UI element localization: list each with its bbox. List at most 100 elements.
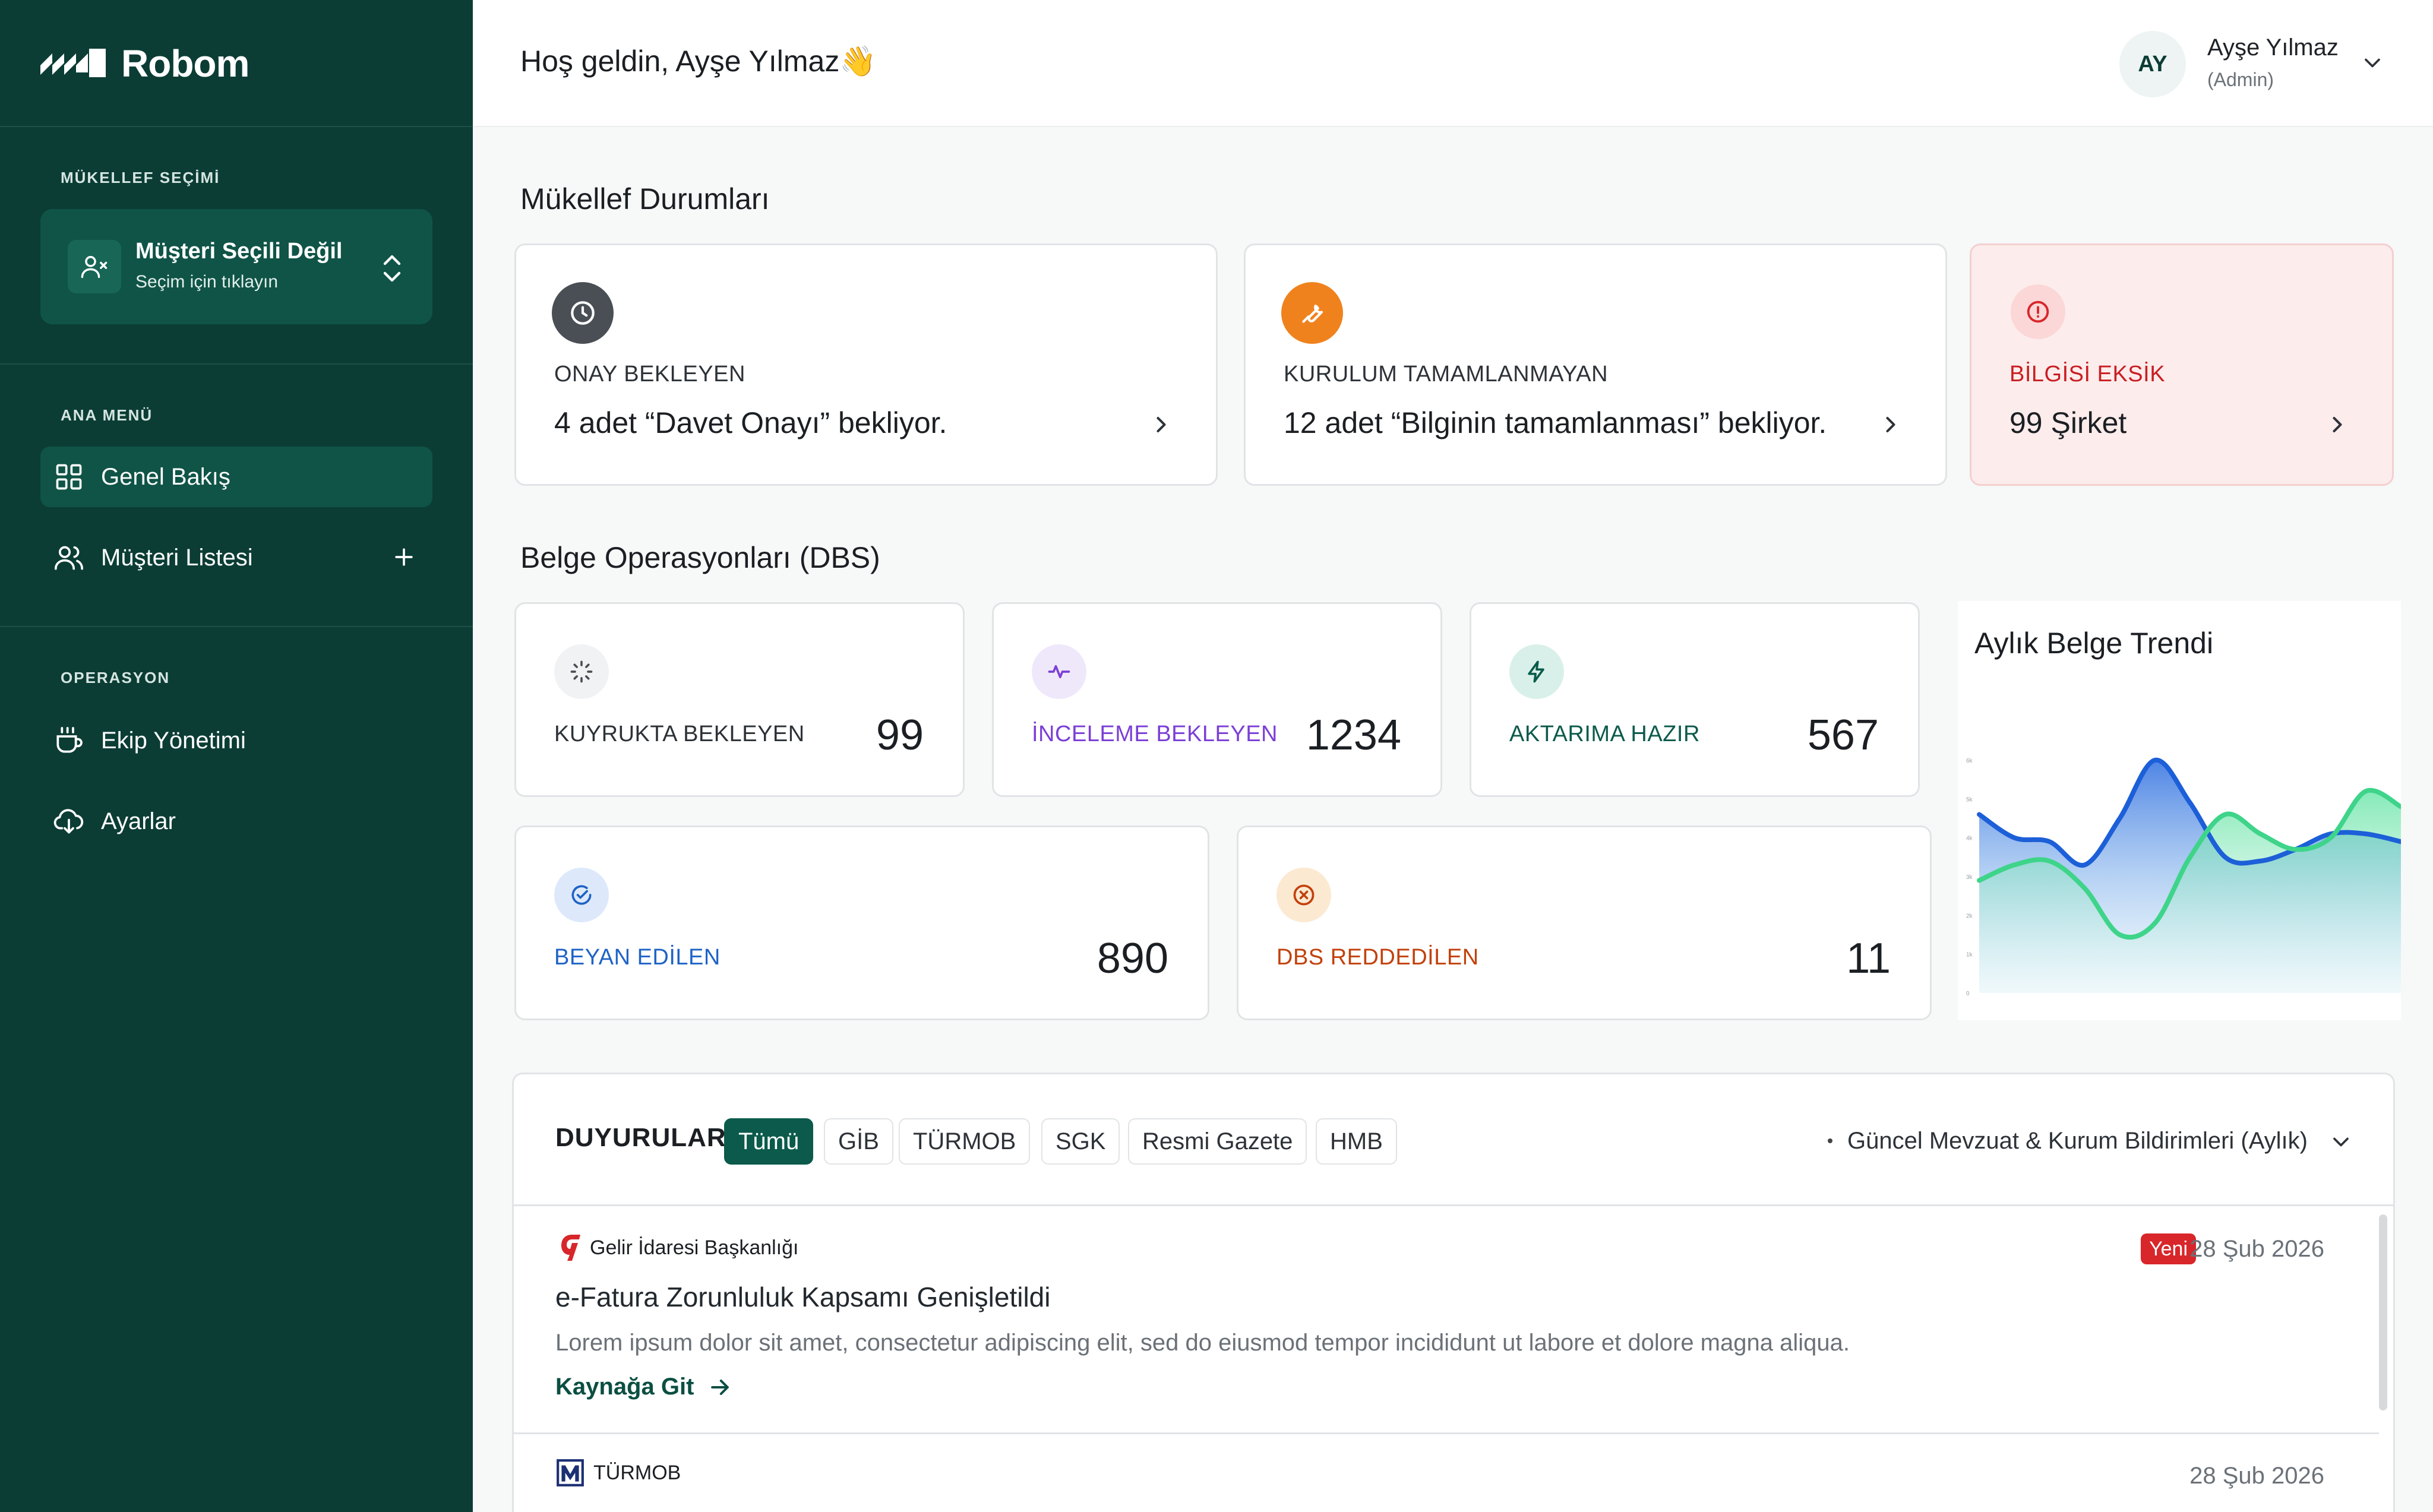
dbs-label: DBS REDDEDİLEN [1276, 945, 1479, 970]
announcement-source: TÜRMOB [555, 1458, 681, 1488]
chip-resmi-gazete[interactable]: Resmi Gazete [1128, 1118, 1307, 1165]
chevron-right-icon [1878, 412, 1904, 441]
y-tick-label: 1k [1966, 952, 1973, 959]
greeting: Hoş geldin, Ayşe Yılmaz👋 [520, 45, 877, 78]
turmob-logo-icon [557, 1459, 584, 1486]
check-circle-icon [554, 868, 609, 922]
dbs-label: İNCELEME BEKLEYEN [1032, 722, 1278, 746]
status-card-kurulum[interactable]: KURULUM TAMAMLANMAYAN 12 adet “Bilginin … [1244, 243, 1947, 486]
plus-icon[interactable] [391, 544, 417, 576]
announcement-headline: e-Fatura Zorunluluk Kapsamı Genişletildi [555, 1282, 1051, 1312]
y-tick-label: 5k [1966, 796, 1973, 803]
logo[interactable]: Robom [40, 37, 249, 90]
alert-circle-icon [2011, 284, 2065, 339]
client-title: Müşteri Seçili Değil [135, 239, 343, 264]
dbs-card-reddedilen[interactable]: DBS REDDEDİLEN 11 [1237, 825, 1932, 1020]
bolt-icon [1509, 644, 1564, 699]
chip-hmb[interactable]: HMB [1316, 1118, 1397, 1165]
source-link[interactable]: Kaynağa Git [555, 1374, 733, 1400]
scrollbar[interactable] [2379, 1214, 2387, 1410]
status-label: BİLGİSİ EKSİK [2009, 362, 2166, 387]
header: Hoş geldin, Ayşe Yılmaz👋 AY Ayşe Yılmaz … [473, 0, 2433, 127]
dbs-card-aktarim[interactable]: AKTARIMA HAZIR 567 [1470, 602, 1920, 797]
announcement-item[interactable]: TÜRMOB 28 Şub 2026 [514, 1434, 2379, 1512]
trend-chart-card: Aylık Belge Trendi 6k 5k 4k 3k 2k 1k 0 [1958, 601, 2401, 1020]
new-badge: Yeni [2141, 1233, 2196, 1264]
announcements-filter[interactable]: Güncel Mevzuat & Kurum Bildirimleri (Ayl… [1847, 1128, 2308, 1154]
announcement-date: 28 Şub 2026 [2189, 1463, 2324, 1489]
dbs-card-kuyruk[interactable]: KUYRUKTA BEKLEYEN 99 [514, 602, 965, 797]
chevron-right-icon [2324, 412, 2350, 441]
logo-text: Robom [121, 42, 249, 85]
source-name: Gelir İdaresi Başkanlığı [590, 1236, 799, 1259]
clock-icon [552, 282, 614, 344]
status-text: 99 Şirket [2009, 406, 2127, 439]
chevrons-up-down-icon [378, 252, 406, 288]
nav-label: Ekip Yönetimi [101, 727, 246, 754]
nav-item-musteri-listesi[interactable]: Müşteri Listesi [40, 527, 432, 588]
user-role: (Admin) [2207, 69, 2274, 90]
arrow-right-icon [711, 1379, 729, 1395]
dbs-label: KUYRUKTA BEKLEYEN [554, 722, 805, 746]
dbs-card-inceleme[interactable]: İNCELEME BEKLEYEN 1234 [992, 602, 1442, 797]
announcements-header: DUYURULAR Tümü GİB TÜRMOB SGK Resmi Gaze… [514, 1074, 2393, 1206]
dbs-label: BEYAN EDİLEN [554, 945, 721, 970]
cloud-download-icon [52, 805, 86, 838]
y-tick-label: 3k [1966, 874, 1973, 881]
operations-label: OPERASYON [61, 669, 170, 687]
status-text: 4 adet “Davet Onayı” bekliyor. [554, 406, 947, 439]
announcements-panel: DUYURULAR Tümü GİB TÜRMOB SGK Resmi Gaze… [512, 1073, 2395, 1512]
client-selector[interactable]: Müşteri Seçili Değil Seçim için tıklayın [40, 209, 432, 324]
divider [0, 626, 473, 627]
nav-label: Müşteri Listesi [101, 544, 253, 571]
nav-item-genel-bakis[interactable]: Genel Bakış [40, 447, 432, 507]
dbs-value: 99 [876, 711, 924, 759]
chip-sgk[interactable]: SGK [1041, 1118, 1120, 1165]
status-label: ONAY BEKLEYEN [554, 362, 745, 387]
y-tick-label: 6k [1966, 758, 1973, 764]
chevron-down-icon[interactable] [2328, 1129, 2354, 1158]
avatar[interactable]: AY [2119, 31, 2186, 97]
announcements-title: DUYURULAR [555, 1123, 726, 1152]
source-name: TÜRMOB [593, 1461, 681, 1484]
loader-icon [554, 644, 609, 699]
y-tick-label: 2k [1966, 913, 1973, 919]
chevron-down-icon[interactable] [2359, 50, 2385, 79]
nav-label: Genel Bakış [101, 463, 230, 490]
status-text: 12 adet “Bilginin tamamlanması” bekliyor… [1284, 406, 1827, 439]
y-tick-label: 0 [1966, 991, 1970, 997]
nav-item-ekip-yonetimi[interactable]: Ekip Yönetimi [40, 710, 432, 771]
x-circle-icon [1276, 868, 1331, 922]
dbs-label: AKTARIMA HAZIR [1509, 722, 1700, 746]
status-section-title: Mükellef Durumları [520, 182, 770, 216]
dbs-card-beyan[interactable]: BEYAN EDİLEN 890 [514, 825, 1209, 1020]
user-name[interactable]: Ayşe Yılmaz [2207, 34, 2339, 61]
announcement-date: 28 Şub 2026 [2189, 1236, 2324, 1262]
status-card-onay[interactable]: ONAY BEKLEYEN 4 adet “Davet Onayı” bekli… [514, 243, 1218, 486]
dbs-section-title: Belge Operasyonları (DBS) [520, 541, 880, 574]
trend-chart: 6k 5k 4k 3k 2k 1k 0 [1966, 757, 2401, 997]
divider [0, 126, 473, 127]
chip-gib[interactable]: GİB [824, 1118, 893, 1165]
client-section-label: MÜKELLEF SEÇİMİ [61, 169, 220, 186]
bullet-dot [1828, 1138, 1832, 1143]
chip-turmob[interactable]: TÜRMOB [899, 1118, 1031, 1165]
dbs-value: 890 [1097, 935, 1168, 982]
gib-logo-icon [561, 1235, 580, 1261]
announcement-item[interactable]: Gelir İdaresi Başkanlığı Yeni 28 Şub 202… [514, 1206, 2379, 1434]
source-link-label: Kaynağa Git [555, 1374, 694, 1400]
status-label: KURULUM TAMAMLANMAYAN [1284, 362, 1609, 387]
status-card-bilgi-eksik[interactable]: BİLGİSİ EKSİK 99 Şirket [1970, 243, 2394, 486]
y-tick-label: 4k [1966, 836, 1973, 842]
nav-item-ayarlar[interactable]: Ayarlar [40, 791, 432, 852]
logo-icon [40, 49, 106, 77]
chip-tumu[interactable]: Tümü [724, 1118, 814, 1165]
dbs-value: 567 [1807, 711, 1879, 759]
nav-label: Ayarlar [101, 808, 176, 834]
client-subtitle: Seçim için tıklayın [135, 272, 279, 292]
dbs-value: 11 [1846, 935, 1891, 982]
users-icon [52, 541, 86, 574]
user-x-icon [68, 240, 121, 293]
chevron-right-icon [1148, 412, 1174, 441]
divider [0, 363, 473, 365]
